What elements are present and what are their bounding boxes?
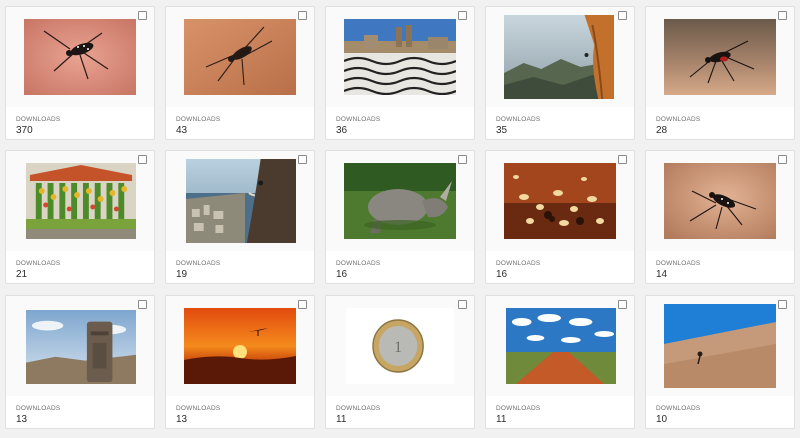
downloads-count: 14	[656, 269, 668, 280]
asset-thumbnail[interactable]	[504, 15, 614, 99]
downloads-label: DOWNLOADS	[656, 405, 701, 412]
select-checkbox[interactable]	[458, 300, 467, 309]
asset-grid: DOWNLOADS 370 DOWNLOADS 43 DOWNLOADS 36 …	[0, 0, 800, 438]
asset-thumbnail[interactable]	[24, 19, 136, 95]
downloads-count: 19	[176, 269, 188, 280]
select-checkbox[interactable]	[298, 155, 307, 164]
asset-thumbnail[interactable]	[504, 163, 616, 239]
downloads-label: DOWNLOADS	[176, 405, 221, 412]
downloads-label: DOWNLOADS	[176, 260, 221, 267]
downloads-count: 16	[496, 269, 508, 280]
select-checkbox[interactable]	[618, 155, 627, 164]
asset-card[interactable]: 1 DOWNLOADS 11	[325, 295, 475, 429]
asset-card[interactable]: DOWNLOADS 14	[645, 150, 795, 284]
downloads-count: 43	[176, 125, 188, 136]
downloads-count: 11	[496, 414, 507, 425]
downloads-count: 35	[496, 125, 508, 136]
select-checkbox[interactable]	[778, 300, 787, 309]
asset-card[interactable]: DOWNLOADS 13	[165, 295, 315, 429]
asset-thumbnail[interactable]: 1	[346, 308, 454, 384]
asset-card[interactable]: DOWNLOADS 28	[645, 6, 795, 140]
asset-card[interactable]: DOWNLOADS 19	[165, 150, 315, 284]
downloads-label: DOWNLOADS	[16, 405, 61, 412]
downloads-label: DOWNLOADS	[336, 260, 381, 267]
downloads-label: DOWNLOADS	[16, 260, 61, 267]
select-checkbox[interactable]	[138, 300, 147, 309]
asset-card[interactable]: DOWNLOADS 36	[325, 6, 475, 140]
downloads-count: 28	[656, 125, 668, 136]
downloads-label: DOWNLOADS	[176, 116, 221, 123]
downloads-label: DOWNLOADS	[16, 116, 61, 123]
asset-card[interactable]: DOWNLOADS 21	[5, 150, 155, 284]
select-checkbox[interactable]	[458, 155, 467, 164]
select-checkbox[interactable]	[778, 11, 787, 20]
asset-card[interactable]: DOWNLOADS 16	[325, 150, 475, 284]
downloads-label: DOWNLOADS	[336, 405, 381, 412]
svg-text:1: 1	[394, 339, 402, 356]
downloads-label: DOWNLOADS	[656, 260, 701, 267]
asset-card[interactable]: DOWNLOADS 10	[645, 295, 795, 429]
asset-card[interactable]: DOWNLOADS 43	[165, 6, 315, 140]
select-checkbox[interactable]	[138, 11, 147, 20]
select-checkbox[interactable]	[778, 155, 787, 164]
downloads-count: 13	[16, 414, 28, 425]
downloads-count: 16	[336, 269, 348, 280]
asset-card[interactable]: DOWNLOADS 35	[485, 6, 635, 140]
asset-thumbnail[interactable]	[184, 308, 296, 384]
downloads-label: DOWNLOADS	[496, 260, 541, 267]
select-checkbox[interactable]	[458, 11, 467, 20]
select-checkbox[interactable]	[618, 11, 627, 20]
downloads-label: DOWNLOADS	[336, 116, 381, 123]
asset-card[interactable]: DOWNLOADS 13	[5, 295, 155, 429]
asset-thumbnail[interactable]	[664, 304, 776, 388]
select-checkbox[interactable]	[298, 300, 307, 309]
downloads-count: 370	[16, 125, 33, 136]
asset-thumbnail[interactable]	[186, 159, 296, 243]
asset-thumbnail[interactable]	[26, 163, 136, 239]
asset-card[interactable]: DOWNLOADS 370	[5, 6, 155, 140]
downloads-label: DOWNLOADS	[496, 116, 541, 123]
downloads-count: 13	[176, 414, 188, 425]
select-checkbox[interactable]	[138, 155, 147, 164]
downloads-count: 11	[336, 414, 347, 425]
asset-thumbnail[interactable]	[506, 308, 616, 384]
asset-thumbnail[interactable]	[664, 163, 776, 239]
downloads-count: 10	[656, 414, 668, 425]
asset-card[interactable]: DOWNLOADS 16	[485, 150, 635, 284]
asset-thumbnail[interactable]	[344, 19, 456, 95]
downloads-label: DOWNLOADS	[496, 405, 541, 412]
asset-thumbnail[interactable]	[184, 19, 296, 95]
asset-thumbnail[interactable]	[344, 163, 456, 239]
downloads-count: 36	[336, 125, 348, 136]
select-checkbox[interactable]	[618, 300, 627, 309]
asset-thumbnail[interactable]	[26, 310, 136, 384]
asset-card[interactable]: DOWNLOADS 11	[485, 295, 635, 429]
downloads-count: 21	[16, 269, 28, 280]
asset-thumbnail[interactable]	[664, 19, 776, 95]
downloads-label: DOWNLOADS	[656, 116, 701, 123]
select-checkbox[interactable]	[298, 11, 307, 20]
